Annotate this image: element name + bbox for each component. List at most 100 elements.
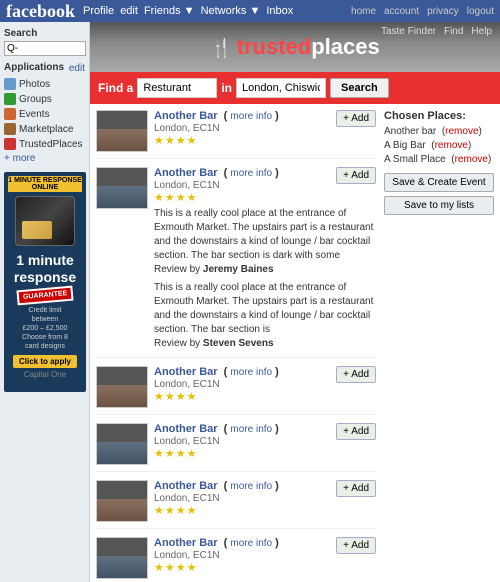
result-location: London, EC1N [154,123,330,134]
nav-profile[interactable]: Profile [83,5,114,17]
more-apps-link[interactable]: + more [4,153,85,164]
more-info-link[interactable]: more info [230,481,272,492]
save-to-lists-button[interactable]: Save to my lists [384,196,494,215]
remove-place-0[interactable]: remove [445,126,478,137]
result-item: Another Bar ( more info ) London, EC1N ★… [96,537,376,582]
review-author: Jeremy Baines [203,264,274,275]
result-item: Another Bar ( more info ) London, EC1N ★… [96,423,376,472]
chosen-place-item: A Big Bar (remove) [384,140,494,151]
app-groups-label: Groups [19,94,52,105]
save-create-event-button[interactable]: Save & Create Event [384,173,494,192]
results-area: Another Bar ( more info ) London, EC1N ★… [90,104,500,582]
more-info-link[interactable]: more info [230,367,272,378]
nav-edit[interactable]: edit [120,5,138,17]
tp-logo-trusted: trusted [237,34,312,59]
result-location: London, EC1N [154,550,330,561]
nav-friends[interactable]: Friends ▼ [144,5,195,17]
result-name-link[interactable]: Another Bar [154,110,218,122]
ad-cta-button[interactable]: Click to apply [13,355,77,368]
search-input[interactable] [7,43,77,54]
result-info: Another Bar ( more info ) London, EC1N ★… [154,366,330,408]
result-name: Another Bar ( more info ) [154,537,330,549]
more-info-link[interactable]: more info [230,111,272,122]
main-nav-links: Profile edit Friends ▼ Networks ▼ Inbox [83,5,351,17]
logout-link[interactable]: logout [467,6,494,17]
privacy-link[interactable]: privacy [427,6,459,17]
add-button[interactable]: + Add [336,537,376,554]
remove-place-2[interactable]: remove [455,154,488,165]
find-link[interactable]: Find [444,26,463,37]
more-info-link[interactable]: more info [230,538,272,549]
result-info: Another Bar ( more info ) London, EC1N ★… [154,167,330,204]
add-button[interactable]: + Add [336,167,376,184]
result-item: Another Bar ( more info ) London, EC1N ★… [96,110,376,159]
photos-icon [4,78,16,90]
tp-search-bar: Find a in Search [90,72,500,104]
result-name: Another Bar ( more info ) [154,167,330,179]
help-link[interactable]: Help [471,26,492,37]
result-name-link[interactable]: Another Bar [154,537,218,549]
app-photos[interactable]: Photos [4,78,85,90]
events-icon [4,108,16,120]
search-query-input[interactable] [137,78,217,98]
nav-networks[interactable]: Networks ▼ [201,5,261,17]
marketplace-icon [4,123,16,135]
chosen-place-item: Another bar (remove) [384,126,494,137]
trustedplaces-icon [4,138,16,150]
account-link[interactable]: account [384,6,419,17]
chosen-place-name-0: Another bar [384,126,436,137]
ad-banner-text: 1 MINUTE RESPONSE ONLINE [8,176,82,192]
chosen-place-name-1: A Big Bar [384,140,426,151]
app-groups[interactable]: Groups [4,93,85,105]
taste-finder-link[interactable]: Taste Finder [381,26,436,37]
result-info: Another Bar ( more info ) London, EC1N ★… [154,480,330,522]
remove-place-1[interactable]: remove [435,140,468,151]
search-location-input[interactable] [236,78,326,98]
result-name: Another Bar ( more info ) [154,423,330,435]
result-name-link[interactable]: Another Bar [154,167,218,179]
tp-logo-places: places [311,34,380,59]
more-info-link[interactable]: more info [230,424,272,435]
result-thumbnail [96,537,148,579]
ad-guarantee-badge: GUARANTEE [16,285,73,305]
result-location: London, EC1N [154,493,330,504]
chosen-places-title: Chosen Places: [384,110,494,122]
search-button[interactable]: Search [330,78,389,98]
app-events-label: Events [19,109,50,120]
chosen-place-name-2: A Small Place [384,154,446,165]
add-button[interactable]: + Add [336,366,376,383]
result-location: London, EC1N [154,180,330,191]
home-link[interactable]: home [351,6,376,17]
result-stars: ★★★★ [154,561,330,574]
main-content: Taste Finder Find Help 🍴trustedplaces Fi… [90,22,500,582]
result-item: Another Bar ( more info ) London, EC1N ★… [96,167,376,358]
app-photos-label: Photos [19,79,50,90]
app-trustedplaces-label: TrustedPlaces [19,139,83,150]
result-name: Another Bar ( more info ) [154,366,330,378]
result-thumbnail [96,110,148,152]
add-button[interactable]: + Add [336,480,376,497]
app-trustedplaces[interactable]: TrustedPlaces [4,138,85,150]
add-button[interactable]: + Add [336,110,376,127]
apps-edit-link[interactable]: edit [69,63,85,74]
facebook-logo: facebook [6,1,75,22]
result-thumbnail [96,480,148,522]
tp-header: Taste Finder Find Help 🍴trustedplaces [90,22,500,72]
result-name-link[interactable]: Another Bar [154,366,218,378]
app-marketplace[interactable]: Marketplace [4,123,85,135]
nav-inbox[interactable]: Inbox [266,5,293,17]
result-name-link[interactable]: Another Bar [154,480,218,492]
ad-title: 1 minuteresponse [14,252,76,286]
review-label: Review by [154,264,200,275]
result-thumbnail [96,167,148,209]
add-button[interactable]: + Add [336,423,376,440]
more-info-link[interactable]: more info [230,168,272,179]
result-stars: ★★★★ [154,134,330,147]
app-events[interactable]: Events [4,108,85,120]
chosen-actions: Save & Create Event Save to my lists [384,173,494,215]
result-name-link[interactable]: Another Bar [154,423,218,435]
search-box[interactable] [4,41,86,56]
sidebar: Search Applications edit Photos Groups E… [0,22,90,582]
result-info: Another Bar ( more info ) London, EC1N ★… [154,537,330,579]
result-description-2: This is a really cool place at the entra… [154,281,376,351]
